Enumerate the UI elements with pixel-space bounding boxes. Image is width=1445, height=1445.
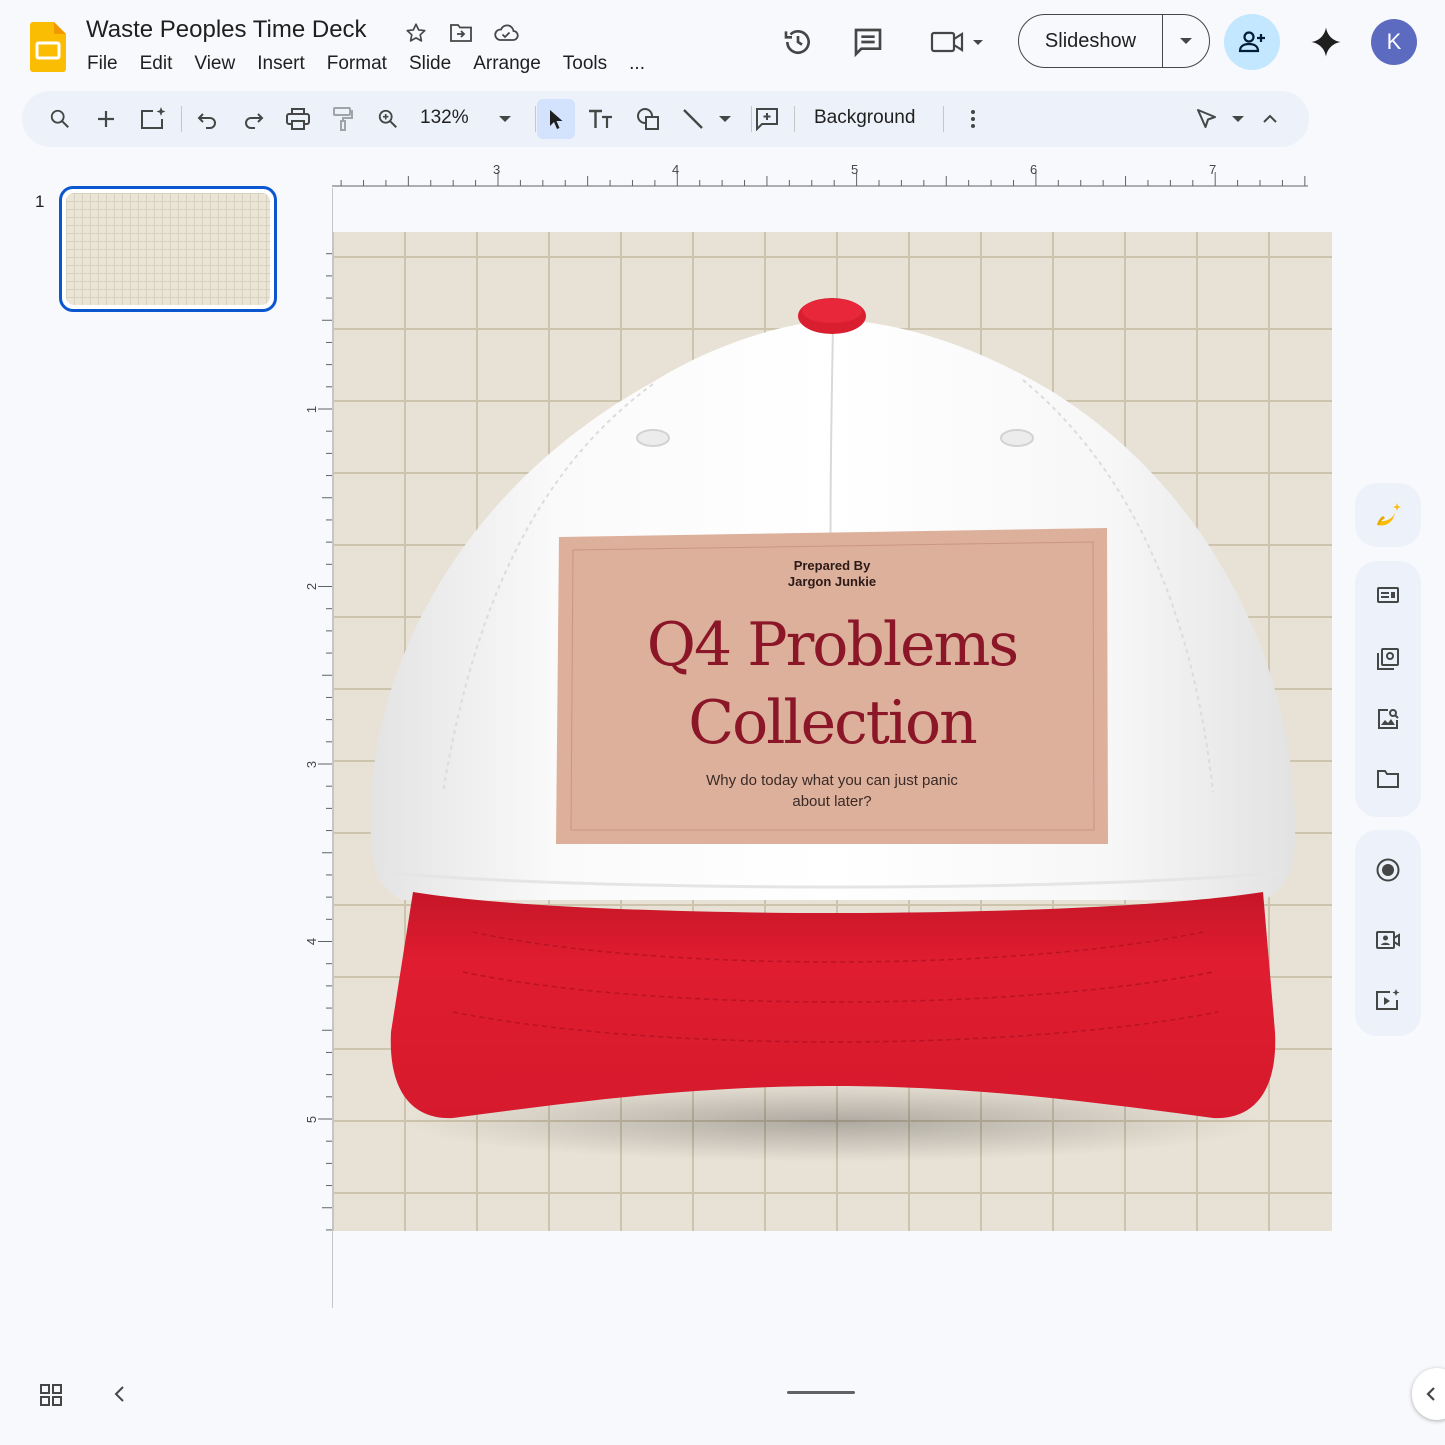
side-panel-group-2 [1355,561,1421,817]
zoom-dropdown-icon[interactable] [486,99,524,139]
collapse-icon[interactable] [1251,99,1289,139]
menu-tools[interactable]: Tools [552,51,618,77]
ruler-label: 2 [304,582,320,591]
chevron-left-icon [1426,1387,1435,1401]
collapse-filmstrip-icon[interactable] [108,1382,132,1406]
new-slide-icon[interactable] [87,99,125,139]
side-panel-group-1 [1355,483,1421,547]
ruler-label: 4 [672,162,680,177]
zoom-icon[interactable] [369,99,407,139]
label-text-block[interactable]: Prepared By Jargon Junkie Q4 Problems Co… [556,528,1108,844]
text-layout-icon[interactable] [1355,561,1421,629]
shape-icon[interactable] [629,99,667,139]
document-title[interactable]: Waste Peoples Time Deck [86,16,367,44]
slideshow-options-dropdown[interactable] [1163,15,1209,67]
menu-insert[interactable]: Insert [246,51,316,77]
select-icon[interactable] [537,99,575,139]
slide-canvas[interactable]: Prepared By Jargon Junkie Q4 Problems Co… [333,232,1332,1231]
ruler-label: 4 [304,937,320,946]
star-icon[interactable] [403,20,429,46]
ruler-label: 5 [304,1115,320,1124]
camera-record-icon[interactable] [1355,910,1421,970]
ruler-label: 6 [1030,162,1038,177]
more-icon[interactable] [954,99,992,139]
search-icon[interactable] [41,99,79,139]
menu-edit[interactable]: Edit [129,51,184,77]
background-button[interactable]: Background [814,107,915,129]
version-history-icon[interactable] [778,22,818,62]
slide-number: 1 [35,192,45,211]
grid-view-icon[interactable] [38,1382,64,1408]
menu-file[interactable]: File [76,51,129,77]
redo-icon[interactable] [234,99,272,139]
video-sparkle-icon[interactable] [1355,970,1421,1030]
ruler-label: 1 [304,405,320,414]
text-box-icon[interactable] [582,99,620,139]
vertical-ruler[interactable]: 1 2 3 4 5 [304,232,334,1232]
gemini-sparkle-icon[interactable] [1306,22,1346,62]
main-toolbar: 132% Background [22,91,1309,147]
paint-format-icon[interactable] [324,99,362,139]
menu-view[interactable]: View [183,51,246,77]
meet-camera-icon[interactable] [924,22,990,62]
chevron-down-icon [1180,38,1192,44]
line-dropdown-icon[interactable] [706,99,744,139]
image-library-icon[interactable] [1355,629,1421,689]
image-search-icon[interactable] [1355,689,1421,749]
slide-thumbnail-preview [66,193,270,305]
menu-bar: File Edit View Insert Format Slide Arran… [76,51,656,77]
print-icon[interactable] [279,99,317,139]
zoom-level-select[interactable]: 132% [420,107,469,129]
ruler-label: 7 [1209,162,1217,177]
comments-icon[interactable] [848,22,888,62]
menu-slide[interactable]: Slide [398,51,462,77]
side-panel-group-3 [1355,830,1421,1036]
prepared-by-text: Prepared By Jargon Junkie [787,558,877,589]
slideshow-button[interactable]: Slideshow [1019,15,1163,67]
expand-side-panel-button[interactable] [1412,1368,1445,1420]
slide-thumbnail-1[interactable] [59,186,277,312]
move-folder-icon[interactable] [448,20,474,46]
banana-sparkle-icon[interactable] [1355,483,1421,547]
slide-headline: Q4 Problems Collection [646,610,1019,758]
menu-format[interactable]: Format [316,51,398,77]
ruler-label: 3 [304,760,320,769]
folder-icon[interactable] [1355,749,1421,809]
ai-slide-icon[interactable] [134,99,172,139]
horizontal-ruler[interactable]: 3 4 5 6 7 [332,160,1308,188]
ruler-label: 5 [851,162,859,177]
slides-logo-icon[interactable] [30,22,66,72]
record-icon[interactable] [1355,830,1421,910]
menu-more[interactable]: ... [618,51,656,77]
add-person-icon [1238,31,1265,53]
slide-tagline: Why do today what you can just panic abo… [706,772,958,810]
undo-icon[interactable] [189,99,227,139]
cloud-saved-icon[interactable] [493,20,519,46]
comment-icon[interactable] [748,99,786,139]
menu-arrange[interactable]: Arrange [462,51,552,77]
speaker-notes-handle[interactable] [787,1391,855,1394]
ruler-label: 3 [493,162,501,177]
share-button[interactable] [1224,14,1280,70]
account-avatar[interactable]: K [1371,19,1417,65]
slideshow-button-group: Slideshow [1018,14,1210,68]
